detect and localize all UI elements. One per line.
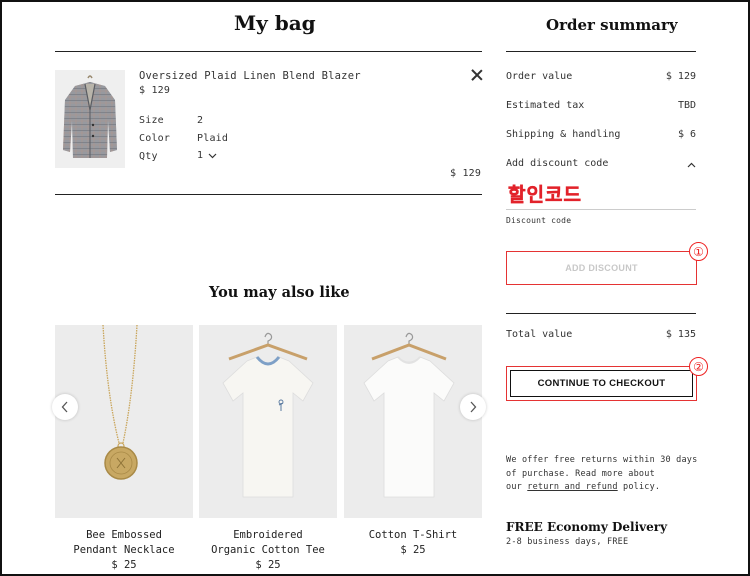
summary-title: Order summary <box>546 16 678 34</box>
add-discount-button[interactable]: ADD DISCOUNT <box>506 251 697 285</box>
chevron-down-icon <box>208 153 217 158</box>
return-refund-link[interactable]: return and refund <box>527 482 617 492</box>
bag-bottom-divider <box>55 194 482 195</box>
discount-code-input[interactable]: 할인코드 <box>508 180 582 207</box>
qty-selector[interactable]: 1 <box>197 150 217 161</box>
discount-toggle-label: Add discount code <box>506 158 609 169</box>
summary-top-divider <box>506 51 696 52</box>
total-label: Total value <box>506 329 573 340</box>
recommendations-title: You may also like <box>209 284 350 301</box>
discount-field-label: Discount code <box>506 216 572 225</box>
continue-to-checkout-button[interactable]: CONTINUE TO CHECKOUT <box>506 366 697 401</box>
returns-info: We offer free returns within 30 days of … <box>506 454 706 495</box>
delivery-subtitle: 2-8 business days, FREE <box>506 537 629 547</box>
total-value: $ 135 <box>665 329 696 340</box>
discount-toggle[interactable]: Add discount code <box>506 158 696 169</box>
returns-line-3: our return and refund policy. <box>506 481 706 495</box>
qty-value: 1 <box>197 150 204 161</box>
discount-input-underline <box>506 209 696 210</box>
shipping-label: Shipping & handling <box>506 129 621 140</box>
bag-title: My bag <box>234 11 316 35</box>
product-name[interactable]: Oversized Plaid Linen Blend Blazer <box>139 70 361 82</box>
total-row: Total value $ 135 <box>506 329 696 340</box>
tax-label: Estimated tax <box>506 100 585 111</box>
returns-line-2: of purchase. Read more about <box>506 468 655 479</box>
checkout-button-label: CONTINUE TO CHECKOUT <box>537 378 666 389</box>
shipping-value: $ 6 <box>677 129 696 140</box>
size-label: Size <box>139 115 164 126</box>
product-name-line1: Bee Embossed <box>86 529 162 541</box>
annotation-marker-2: ② <box>689 357 708 376</box>
shipping-row: Shipping & handling $ 6 <box>506 129 696 140</box>
product-name-line2: Organic Cotton Tee <box>211 544 325 556</box>
chevron-right-icon <box>470 401 477 413</box>
carousel-prev-button[interactable] <box>52 394 78 420</box>
order-value-row: Order value $ 129 <box>506 71 696 82</box>
remove-item-icon[interactable] <box>470 68 484 82</box>
product-price: $ 129 <box>139 85 171 96</box>
chevron-left-icon <box>61 401 68 413</box>
qty-label: Qty <box>139 151 158 162</box>
bag-top-divider <box>55 51 482 52</box>
product-price: $ 25 <box>400 544 426 556</box>
product-image-embroidered-tee[interactable] <box>199 325 337 518</box>
item-line-total: $ 129 <box>450 168 482 179</box>
product-card-name-necklace[interactable]: Bee Embossed Pendant Necklace $ 25 <box>55 528 193 573</box>
delivery-title: FREE Economy Delivery <box>506 520 668 534</box>
product-price: $ 25 <box>111 559 137 571</box>
product-name-line1: Embroidered <box>233 529 303 541</box>
chevron-up-icon <box>687 162 696 168</box>
order-value-label: Order value <box>506 71 573 82</box>
product-image-necklace[interactable] <box>55 325 193 518</box>
product-thumbnail-blazer[interactable] <box>55 70 125 168</box>
returns-suffix: policy. <box>623 482 661 492</box>
product-card-name-cotton-tshirt[interactable]: Cotton T-Shirt $ 25 <box>344 528 482 558</box>
summary-total-divider <box>506 313 696 314</box>
returns-prefix: our <box>506 482 522 492</box>
returns-line-1: We offer free returns within 30 days <box>506 455 698 465</box>
order-value: $ 129 <box>665 71 696 82</box>
color-value: Plaid <box>197 133 229 144</box>
product-name-line1: Cotton T-Shirt <box>368 529 458 541</box>
carousel-next-button[interactable] <box>460 394 486 420</box>
size-value: 2 <box>197 115 204 126</box>
color-label: Color <box>139 133 171 144</box>
product-price: $ 25 <box>255 559 281 571</box>
annotation-marker-1: ① <box>689 242 708 261</box>
tax-value: TBD <box>677 100 696 111</box>
tax-row: Estimated tax TBD <box>506 100 696 111</box>
product-name-line2: Pendant Necklace <box>73 544 175 556</box>
product-image-cotton-tshirt[interactable] <box>344 325 482 518</box>
product-card-name-embroidered-tee[interactable]: Embroidered Organic Cotton Tee $ 25 <box>199 528 337 573</box>
